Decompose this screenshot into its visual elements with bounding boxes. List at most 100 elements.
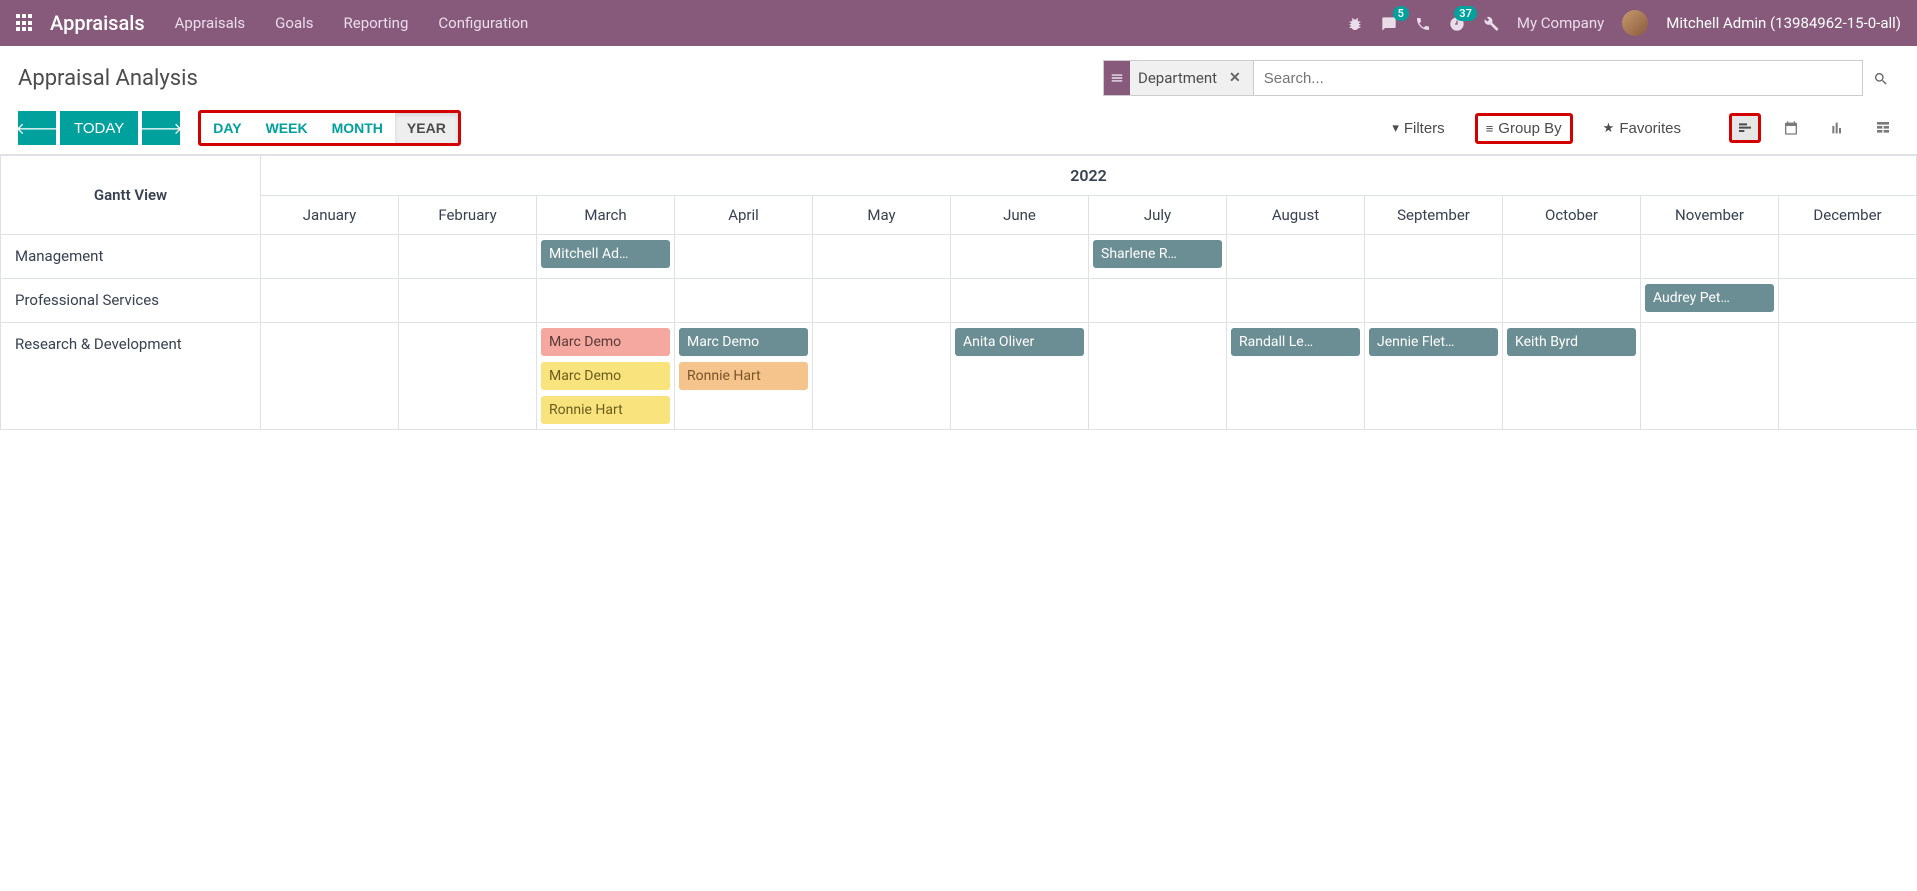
gantt-view-button[interactable] — [1729, 113, 1761, 143]
gantt-pill[interactable]: Mitchell Ad… — [541, 240, 670, 268]
gantt-cell[interactable] — [1503, 279, 1641, 323]
activities-badge: 37 — [1454, 6, 1477, 21]
gantt-pill[interactable]: Anita Oliver — [955, 328, 1084, 356]
date-nav: 🡐 TODAY 🡒 — [18, 111, 180, 145]
filter-icon: ▾ — [1392, 120, 1399, 136]
gantt-pill[interactable]: Marc Demo — [541, 328, 670, 356]
month-header: April — [675, 196, 813, 235]
menu-appraisals[interactable]: Appraisals — [175, 14, 246, 32]
messages-badge: 5 — [1393, 6, 1409, 21]
menu-reporting[interactable]: Reporting — [344, 14, 409, 32]
gantt-cell[interactable] — [675, 235, 813, 279]
gantt-row: Professional ServicesAudrey Pet… — [1, 279, 1917, 323]
nav-right: 5 37 My Company Mitchell Admin (13984962… — [1347, 10, 1901, 36]
today-button[interactable]: TODAY — [60, 111, 138, 145]
tools-icon[interactable] — [1483, 14, 1499, 33]
gantt-cell[interactable] — [1365, 235, 1503, 279]
menu-goals[interactable]: Goals — [275, 14, 313, 32]
gantt-cell[interactable] — [399, 279, 537, 323]
scale-year[interactable]: YEAR — [395, 113, 458, 143]
calendar-view-button[interactable] — [1775, 113, 1807, 143]
gantt-cell[interactable] — [813, 323, 951, 430]
gantt-cell[interactable]: Audrey Pet… — [1641, 279, 1779, 323]
scale-week[interactable]: WEEK — [254, 113, 320, 143]
gantt-cell[interactable] — [1227, 279, 1365, 323]
gantt-cell[interactable] — [1641, 235, 1779, 279]
gantt-cell[interactable] — [951, 279, 1089, 323]
page-title: Appraisal Analysis — [18, 66, 198, 91]
gantt-cell[interactable] — [1365, 279, 1503, 323]
gantt-pill[interactable]: Marc Demo — [541, 362, 670, 390]
gantt-cell[interactable] — [261, 323, 399, 430]
groupby-icon: ≡ — [1486, 121, 1494, 136]
filters-button[interactable]: ▾ Filters — [1384, 116, 1452, 141]
scale-month[interactable]: MONTH — [320, 113, 395, 143]
prev-button[interactable]: 🡐 — [18, 111, 56, 145]
messages-icon[interactable]: 5 — [1381, 14, 1397, 33]
graph-view-button[interactable] — [1821, 113, 1853, 143]
gantt-view: Gantt View 2022 JanuaryFebruaryMarchApri… — [0, 155, 1917, 430]
gantt-pill[interactable]: Keith Byrd — [1507, 328, 1636, 356]
apps-icon[interactable] — [16, 14, 34, 32]
groupby-facet-icon — [1104, 61, 1130, 95]
gantt-cell[interactable] — [813, 279, 951, 323]
month-header: January — [261, 196, 399, 235]
facet-remove-icon[interactable]: ✕ — [1225, 70, 1245, 86]
gantt-cell[interactable] — [399, 235, 537, 279]
search-bar: Department ✕ — [1103, 60, 1863, 96]
gantt-row: Research & DevelopmentMarc DemoMarc Demo… — [1, 323, 1917, 430]
month-header: October — [1503, 196, 1641, 235]
gantt-cell[interactable] — [1779, 323, 1917, 430]
gantt-cell[interactable] — [399, 323, 537, 430]
gantt-pill[interactable]: Jennie Flet… — [1369, 328, 1498, 356]
gantt-cell[interactable] — [951, 235, 1089, 279]
gantt-cell[interactable]: Sharlene R… — [1089, 235, 1227, 279]
month-header: July — [1089, 196, 1227, 235]
gantt-cell[interactable] — [1089, 323, 1227, 430]
month-header: September — [1365, 196, 1503, 235]
search-icon[interactable] — [1863, 69, 1899, 88]
avatar[interactable] — [1622, 10, 1648, 36]
gantt-pill[interactable]: Ronnie Hart — [679, 362, 808, 390]
gantt-cell[interactable] — [1227, 235, 1365, 279]
gantt-cell[interactable] — [261, 235, 399, 279]
gantt-cell[interactable] — [1089, 279, 1227, 323]
bug-icon[interactable] — [1347, 14, 1363, 33]
gantt-row-label: Management — [1, 235, 261, 279]
view-switcher — [1729, 113, 1899, 143]
gantt-cell[interactable] — [537, 279, 675, 323]
gantt-cell[interactable]: Mitchell Ad… — [537, 235, 675, 279]
favorites-button[interactable]: ★ Favorites — [1595, 116, 1689, 141]
gantt-cell[interactable]: Marc Demo Ronnie Hart — [675, 323, 813, 430]
gantt-cell[interactable] — [1503, 235, 1641, 279]
phone-icon[interactable] — [1415, 14, 1431, 33]
gantt-cell[interactable]: Marc Demo Marc Demo Ronnie Hart — [537, 323, 675, 430]
menu-configuration[interactable]: Configuration — [438, 14, 528, 32]
gantt-cell[interactable] — [1779, 279, 1917, 323]
gantt-pill[interactable]: Ronnie Hart — [541, 396, 670, 424]
next-button[interactable]: 🡒 — [142, 111, 180, 145]
filters-label: Filters — [1404, 120, 1445, 137]
gantt-cell[interactable] — [1641, 323, 1779, 430]
user-menu[interactable]: Mitchell Admin (13984962-15-0-all) — [1666, 14, 1901, 32]
month-header: June — [951, 196, 1089, 235]
gantt-cell[interactable]: Keith Byrd — [1503, 323, 1641, 430]
gantt-pill[interactable]: Sharlene R… — [1093, 240, 1222, 268]
gantt-cell[interactable] — [1779, 235, 1917, 279]
gantt-pill[interactable]: Marc Demo — [679, 328, 808, 356]
groupby-button[interactable]: ≡ Group By — [1475, 113, 1573, 144]
gantt-cell[interactable]: Jennie Flet… — [1365, 323, 1503, 430]
gantt-cell[interactable]: Anita Oliver — [951, 323, 1089, 430]
pivot-view-button[interactable] — [1867, 113, 1899, 143]
company-selector[interactable]: My Company — [1517, 14, 1604, 32]
scale-day[interactable]: DAY — [201, 113, 253, 143]
gantt-cell[interactable] — [261, 279, 399, 323]
gantt-cell[interactable]: Randall Le… — [1227, 323, 1365, 430]
activities-icon[interactable]: 37 — [1449, 14, 1465, 33]
gantt-cell[interactable] — [813, 235, 951, 279]
gantt-cell[interactable] — [675, 279, 813, 323]
search-input[interactable] — [1254, 61, 1862, 95]
gantt-pill[interactable]: Audrey Pet… — [1645, 284, 1774, 312]
search-facet-department: Department ✕ — [1104, 61, 1254, 95]
gantt-pill[interactable]: Randall Le… — [1231, 328, 1360, 356]
